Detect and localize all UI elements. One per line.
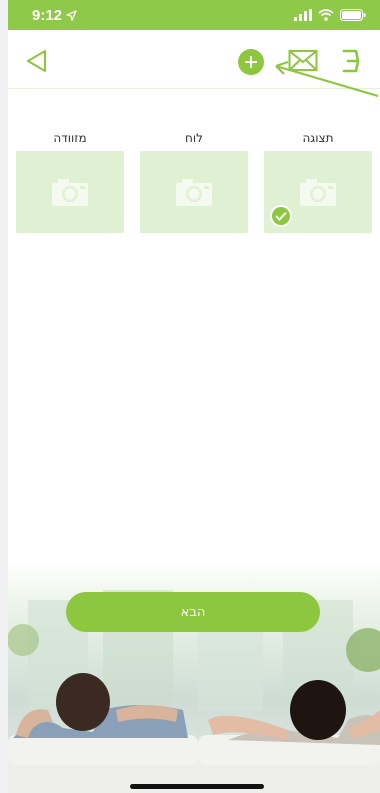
- app-screen: 9:12 תצוגה לוח מזוודה הבא: [8, 0, 380, 793]
- add-circle-icon[interactable]: [238, 49, 264, 75]
- tile-label: מזוודה: [53, 131, 87, 145]
- home-indicator: [130, 784, 264, 789]
- status-time: 9:12: [32, 6, 63, 24]
- camera-icon: [176, 179, 212, 206]
- tile-list: תצוגה לוח מזוודה: [16, 125, 372, 237]
- selected-check-icon: [270, 205, 292, 227]
- next-button[interactable]: הבא: [66, 592, 320, 632]
- top-bar: [8, 30, 380, 89]
- menu-icon[interactable]: [338, 46, 364, 76]
- photo-placeholder[interactable]: [16, 151, 124, 233]
- signal-icon: [294, 9, 312, 21]
- photo-placeholder[interactable]: [140, 151, 248, 233]
- battery-icon: [340, 9, 366, 21]
- wifi-icon: [318, 9, 334, 21]
- photo-placeholder[interactable]: [264, 151, 372, 233]
- location-arrow-icon: [66, 9, 77, 21]
- tile-item[interactable]: מזוודה: [16, 125, 124, 237]
- back-arrow-icon[interactable]: [24, 48, 50, 74]
- camera-icon: [300, 179, 336, 206]
- tile-item[interactable]: תצוגה: [264, 125, 372, 237]
- tile-item[interactable]: לוח: [140, 125, 248, 237]
- tile-label: לוח: [185, 131, 203, 145]
- status-bar: 9:12: [8, 0, 380, 30]
- mail-icon[interactable]: [288, 48, 318, 74]
- camera-icon: [52, 179, 88, 206]
- tile-label: תצוגה: [302, 131, 334, 145]
